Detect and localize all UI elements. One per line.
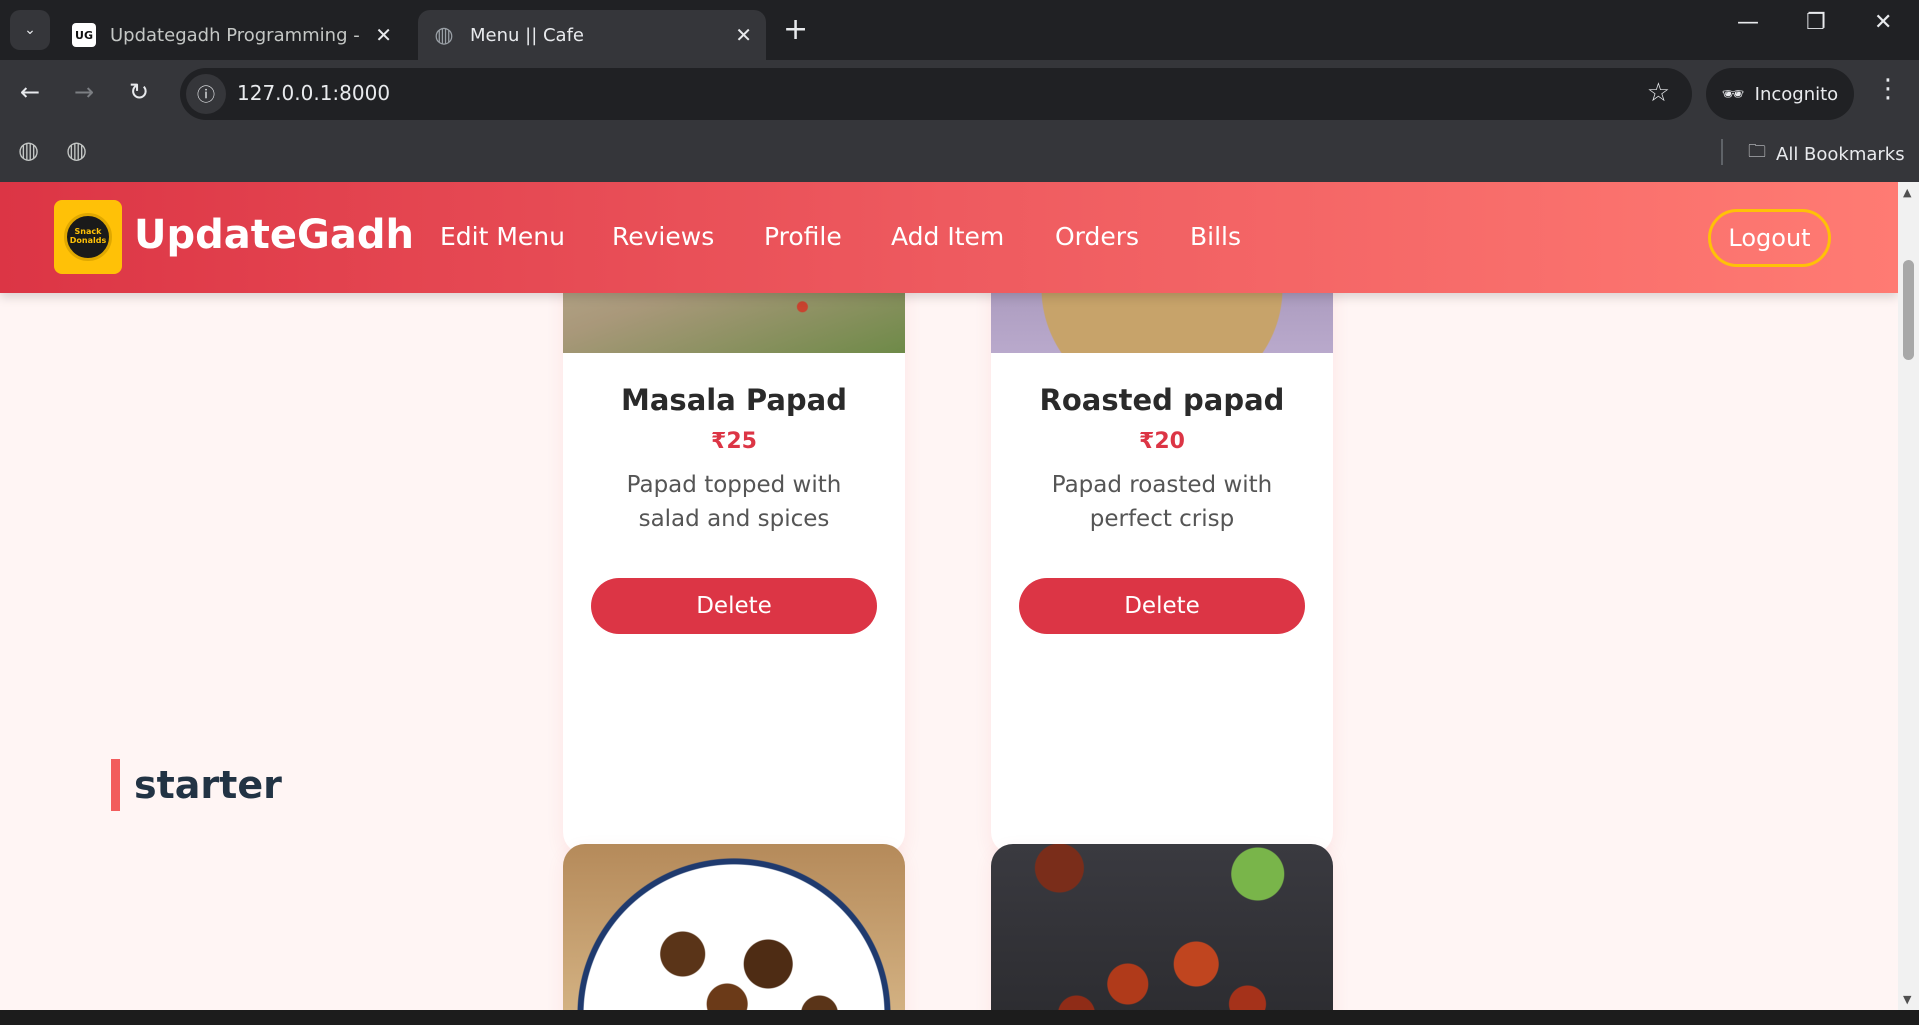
- nav-bills[interactable]: Bills: [1190, 222, 1241, 251]
- new-tab-plus-icon[interactable]: +: [783, 12, 808, 47]
- browser-tab-menu-cafe[interactable]: ◍ Menu || Cafe ✕: [418, 10, 766, 60]
- updategadh-favicon-icon: UG: [72, 23, 96, 47]
- close-window-icon[interactable]: ✕: [1874, 10, 1892, 35]
- tab-search-button[interactable]: ⌄: [10, 10, 50, 50]
- forward-arrow-icon[interactable]: →: [74, 78, 94, 106]
- browser-toolbar: ← → ↻ ⓘ 127.0.0.1:8000 ☆ 🕶 Incognito ⋮: [0, 60, 1919, 125]
- incognito-icon: 🕶: [1721, 83, 1745, 105]
- page-viewport: Masala Papad ₹25 Papad topped with salad…: [0, 182, 1898, 1010]
- section-title-starter: starter: [111, 759, 282, 811]
- back-arrow-icon[interactable]: ←: [20, 78, 40, 106]
- menu-item-card: [991, 844, 1333, 1010]
- scroll-down-icon[interactable]: ▼: [1903, 993, 1911, 1006]
- starter-item-image: [991, 844, 1333, 1010]
- incognito-label: Incognito: [1754, 83, 1839, 105]
- address-bar[interactable]: ⓘ 127.0.0.1:8000 ☆: [180, 68, 1692, 120]
- logout-button[interactable]: Logout: [1708, 209, 1831, 267]
- minimize-icon[interactable]: —: [1737, 10, 1759, 35]
- all-bookmarks-label: All Bookmarks: [1776, 143, 1905, 165]
- item-description: Papad roasted with perfect crisp: [1051, 472, 1273, 532]
- item-price: ₹25: [711, 429, 757, 454]
- site-navbar: Snack Donalds UpdateGadh Edit Menu Revie…: [0, 182, 1898, 293]
- item-name: Masala Papad: [621, 383, 847, 417]
- page-scrollbar[interactable]: ▲ ▼: [1898, 182, 1919, 1010]
- item-description: Papad topped with salad and spices: [626, 472, 842, 532]
- all-bookmarks-button[interactable]: 🗀 All Bookmarks: [1748, 139, 1905, 169]
- nav-edit-menu[interactable]: Edit Menu: [440, 222, 565, 251]
- nav-orders[interactable]: Orders: [1055, 222, 1139, 251]
- menu-item-card: [563, 844, 905, 1010]
- chevron-down-icon: ⌄: [24, 22, 36, 38]
- close-tab-icon[interactable]: ✕: [735, 23, 752, 47]
- item-name: Roasted papad: [1039, 383, 1285, 417]
- nav-profile[interactable]: Profile: [764, 222, 842, 251]
- delete-button[interactable]: Delete: [591, 578, 877, 634]
- brand-logo[interactable]: Snack Donalds: [54, 200, 122, 274]
- site-info-icon[interactable]: ⓘ: [186, 74, 226, 114]
- browser-tab-strip: ⌄ UG Updategadh Programming - Up ✕ ◍ Men…: [0, 0, 1919, 60]
- bookmark-globe-icon[interactable]: ◍: [66, 136, 87, 164]
- bookmarks-bar: ◍ ◍ 🗀 All Bookmarks: [0, 125, 1919, 182]
- bookmark-star-icon[interactable]: ☆: [1647, 78, 1670, 108]
- brand-name[interactable]: UpdateGadh: [134, 212, 414, 258]
- tab-title: Updategadh Programming - Up: [110, 24, 366, 46]
- globe-icon: ◍: [434, 22, 454, 48]
- bookmarks-divider: [1721, 139, 1723, 165]
- delete-button[interactable]: Delete: [1019, 578, 1305, 634]
- more-menu-icon[interactable]: ⋮: [1875, 74, 1901, 104]
- os-taskbar: [0, 1010, 1919, 1025]
- incognito-indicator[interactable]: 🕶 Incognito: [1706, 68, 1854, 120]
- scroll-up-icon[interactable]: ▲: [1903, 186, 1911, 199]
- bookmark-globe-icon[interactable]: ◍: [18, 136, 39, 164]
- folder-icon: 🗀: [1748, 141, 1766, 162]
- nav-add-item[interactable]: Add Item: [891, 222, 1004, 251]
- scrollbar-thumb[interactable]: [1903, 260, 1914, 360]
- item-price: ₹20: [1139, 429, 1185, 454]
- tab-title: Menu || Cafe: [470, 24, 585, 46]
- restore-icon[interactable]: ❐: [1806, 10, 1826, 35]
- starter-item-image: [563, 844, 905, 1010]
- reload-icon[interactable]: ↻: [129, 78, 149, 106]
- browser-tab-updategadh[interactable]: UG Updategadh Programming - Up ✕: [58, 10, 406, 60]
- close-tab-icon[interactable]: ✕: [375, 23, 392, 47]
- url-text[interactable]: 127.0.0.1:8000: [237, 81, 390, 105]
- logo-emblem: Snack Donalds: [64, 213, 112, 261]
- nav-reviews[interactable]: Reviews: [612, 222, 714, 251]
